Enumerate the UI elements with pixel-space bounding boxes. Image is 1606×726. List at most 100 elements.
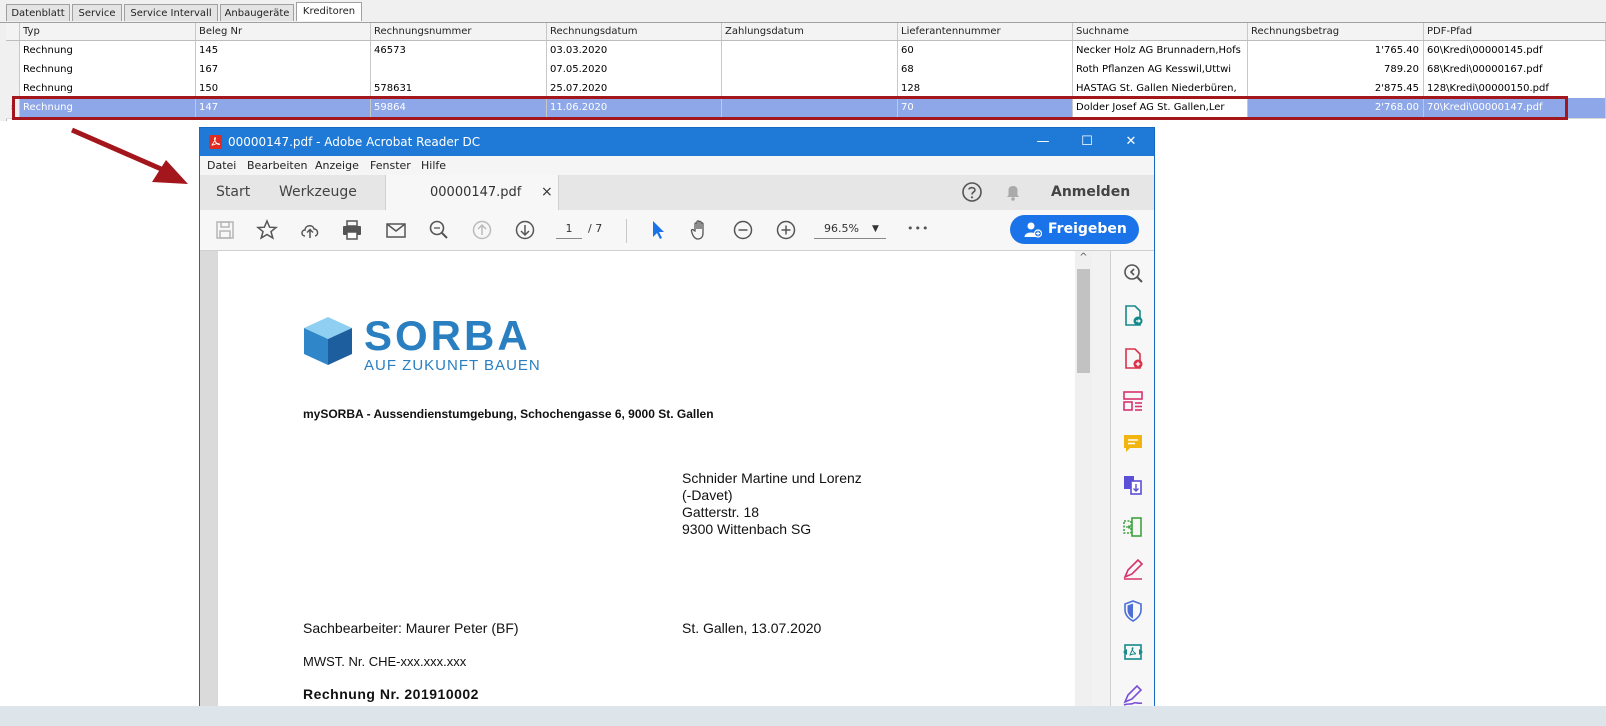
tab-werkzeuge[interactable]: Werkzeuge — [279, 175, 357, 210]
row-selector[interactable] — [6, 41, 20, 61]
column-header-suchname[interactable]: Suchname — [1073, 23, 1248, 40]
column-header-lieferantennummer[interactable]: Lieferantennummer — [898, 23, 1073, 40]
maximize-button[interactable]: ☐ — [1065, 128, 1109, 156]
tab-service[interactable]: Service — [72, 4, 122, 21]
acrobat-toolbar: 1 / 7 96.5% ▼ ••• Freigeben — [200, 210, 1154, 251]
expand-panel-icon[interactable] — [1121, 261, 1145, 285]
cell-pdf-pfad: 68\Kredi\00000167.pdf — [1424, 60, 1606, 80]
menu-bearbeiten[interactable]: Bearbeiten — [247, 156, 307, 175]
vertical-scrollbar[interactable]: ^ — [1075, 251, 1092, 725]
column-header-typ[interactable]: Typ — [20, 23, 196, 40]
protect-shield-icon[interactable] — [1121, 599, 1145, 623]
create-pdf-icon[interactable] — [1121, 347, 1145, 371]
page-up-icon[interactable] — [470, 218, 494, 242]
tab-close-icon[interactable]: × — [541, 175, 553, 210]
export-pdf-icon[interactable] — [1121, 304, 1145, 328]
recipient-line-4: 9300 Wittenbach SG — [682, 521, 812, 537]
pdf-file-icon — [209, 135, 222, 149]
recipient-line-3: Gatterstr. 18 — [682, 504, 760, 520]
tab-strip: Datenblatt Service Service Intervall Anb… — [0, 0, 1606, 23]
invoice-number: Rechnung Nr. 201910002 — [303, 686, 479, 702]
minimize-button[interactable]: — — [1021, 128, 1065, 156]
tab-document-label: 00000147.pdf — [430, 185, 522, 200]
share-button[interactable]: Freigeben — [1010, 215, 1139, 244]
help-icon[interactable] — [961, 181, 983, 203]
toolbar-divider — [626, 219, 627, 243]
vat-number: MWST. Nr. CHE-xxx.xxx.xxx — [303, 654, 467, 669]
add-user-icon — [1024, 222, 1042, 238]
tab-service-intervall[interactable]: Service Intervall — [124, 4, 218, 21]
cell-rechnungsnummer — [371, 60, 547, 80]
red-arrow-annotation — [70, 127, 188, 184]
select-cursor-icon[interactable] — [646, 218, 670, 242]
header-corner — [6, 23, 20, 40]
email-icon[interactable] — [384, 218, 408, 242]
sorba-logo: SORBA AUF ZUKUNFT BAUEN — [302, 313, 552, 375]
cell-suchname: Necker Holz AG Brunnadern,Hofs — [1073, 41, 1248, 61]
sign-in-button[interactable]: Anmelden — [1051, 175, 1130, 210]
column-header-zahlungsdatum[interactable]: Zahlungsdatum — [722, 23, 898, 40]
menu-bar: Datei Bearbeiten Anzeige Fenster Hilfe — [200, 156, 1154, 175]
cell-beleg-nr: 145 — [196, 41, 371, 61]
document-area[interactable]: SORBA AUF ZUKUNFT BAUEN mySORBA - Aussen… — [200, 251, 1092, 725]
column-header-beleg-nr[interactable]: Beleg Nr — [196, 23, 371, 40]
tab-start[interactable]: Start — [216, 175, 250, 210]
sorba-cube-icon — [304, 317, 352, 365]
cell-suchname: Roth Pflanzen AG Kesswil,Uttwi — [1073, 60, 1248, 80]
table-row[interactable]: Rechnung 167 07.05.2020 68 Roth Pflanzen… — [6, 60, 1606, 81]
cell-zahlungsdatum — [722, 60, 898, 80]
table-row[interactable]: Rechnung 145 46573 03.03.2020 60 Necker … — [6, 41, 1606, 62]
logo-wordmark: SORBA — [364, 312, 531, 359]
cell-typ: Rechnung — [20, 41, 196, 61]
bookmark-star-icon[interactable] — [255, 218, 279, 242]
search-text-icon[interactable] — [427, 218, 451, 242]
acrobat-reader-window[interactable]: 00000147.pdf - Adobe Acrobat Reader DC —… — [199, 127, 1155, 726]
zoom-out-icon[interactable] — [731, 218, 755, 242]
tab-document[interactable]: 00000147.pdf × — [385, 175, 559, 211]
scroll-up-arrow[interactable]: ^ — [1075, 251, 1092, 265]
cell-rechnungsbetrag: 789.20 — [1248, 60, 1424, 80]
grid-header: Typ Beleg Nr Rechnungsnummer Rechnungsda… — [6, 23, 1606, 41]
cell-beleg-nr: 167 — [196, 60, 371, 80]
cell-zahlungsdatum — [722, 41, 898, 61]
zoom-level-select[interactable]: 96.5% ▼ — [814, 220, 886, 239]
column-header-pdf-pfad[interactable]: PDF-Pfad — [1424, 23, 1606, 40]
edit-pdf-icon[interactable] — [1121, 389, 1145, 413]
row-selector[interactable] — [6, 60, 20, 80]
cell-lieferantennummer: 68 — [898, 60, 1073, 80]
tab-anbaugeraete[interactable]: Anbaugeräte — [220, 4, 294, 21]
menu-anzeige[interactable]: Anzeige — [315, 156, 359, 175]
send-for-signature-icon[interactable] — [1121, 683, 1145, 707]
comment-icon[interactable] — [1121, 431, 1145, 455]
print-icon[interactable] — [340, 218, 364, 242]
scrollbar-thumb[interactable] — [1077, 269, 1090, 373]
organize-pages-icon[interactable] — [1121, 515, 1145, 539]
cell-pdf-pfad: 60\Kredi\00000145.pdf — [1424, 41, 1606, 61]
close-button[interactable]: ✕ — [1109, 128, 1153, 156]
cell-rechnungsnummer: 46573 — [371, 41, 547, 61]
zoom-in-icon[interactable] — [774, 218, 798, 242]
window-titlebar[interactable]: 00000147.pdf - Adobe Acrobat Reader DC —… — [200, 128, 1154, 156]
tab-datenblatt[interactable]: Datenblatt — [6, 4, 70, 21]
save-icon[interactable] — [213, 218, 237, 242]
bell-icon[interactable] — [1002, 181, 1024, 203]
acrobat-tab-bar: Start Werkzeuge 00000147.pdf × Anmelden — [200, 175, 1154, 211]
column-header-rechnungsdatum[interactable]: Rechnungsdatum — [547, 23, 722, 40]
fill-sign-icon[interactable] — [1121, 557, 1145, 581]
column-header-rechnungsnummer[interactable]: Rechnungsnummer — [371, 23, 547, 40]
menu-datei[interactable]: Datei — [207, 156, 236, 175]
combine-files-icon[interactable] — [1121, 473, 1145, 497]
window-title: 00000147.pdf - Adobe Acrobat Reader DC — [228, 135, 481, 149]
more-tools-icon[interactable]: ••• — [907, 220, 929, 238]
optimize-pdf-icon[interactable] — [1121, 641, 1145, 665]
page-down-icon[interactable] — [513, 218, 537, 242]
column-header-rechnungsbetrag[interactable]: Rechnungsbetrag — [1248, 23, 1424, 40]
menu-hilfe[interactable]: Hilfe — [421, 156, 446, 175]
cloud-upload-icon[interactable] — [298, 218, 322, 242]
page-number-input[interactable]: 1 — [556, 220, 582, 239]
menu-fenster[interactable]: Fenster — [370, 156, 411, 175]
tab-kreditoren[interactable]: Kreditoren — [296, 2, 362, 21]
clerk-line: Sachbearbeiter: Maurer Peter (BF) — [303, 620, 519, 636]
recipient-line-1: Schnider Martine und Lorenz — [682, 470, 862, 486]
hand-tool-icon[interactable] — [688, 218, 712, 242]
